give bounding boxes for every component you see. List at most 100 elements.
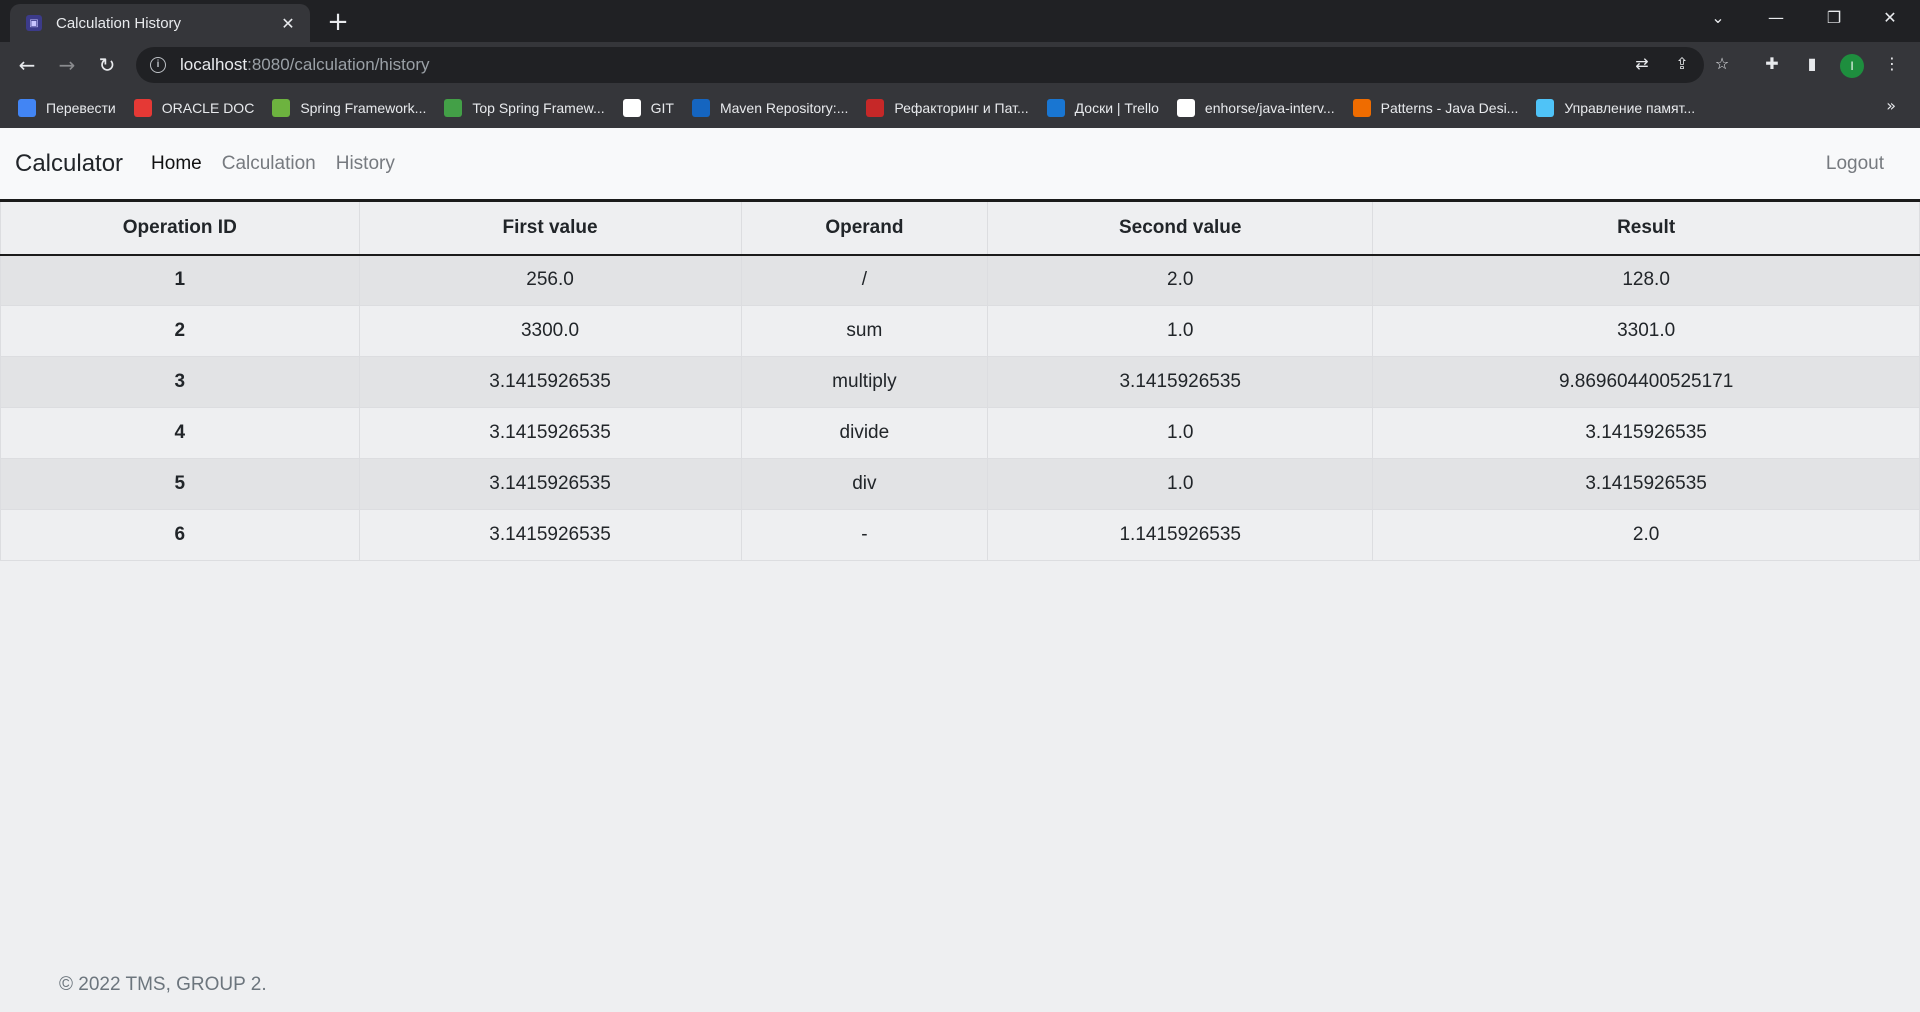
bookmark-label: Перевести bbox=[46, 100, 116, 116]
bookmark-label: Рефакторинг и Пат... bbox=[894, 100, 1029, 116]
reload-icon[interactable]: ↻ bbox=[93, 51, 121, 79]
bookmark-favicon-icon bbox=[691, 99, 710, 117]
back-icon[interactable]: ← bbox=[13, 51, 41, 79]
table-cell: 3.1415926535 bbox=[1372, 458, 1920, 510]
bookmark-item[interactable]: Spring Framework... bbox=[272, 99, 426, 117]
table-cell: / bbox=[740, 254, 989, 306]
nav-link-calculation[interactable]: Calculation bbox=[222, 153, 316, 175]
side-panel-icon[interactable]: ▮ bbox=[1800, 52, 1824, 76]
table-cell: div bbox=[740, 458, 989, 510]
history-table-container: Operation ID First value Operand Second val… bbox=[0, 199, 1920, 561]
url-path: :8080/calculation/history bbox=[247, 55, 430, 74]
table-cell: 1.0 bbox=[987, 305, 1374, 357]
bookmark-label: Управление памят... bbox=[1564, 100, 1696, 116]
column-header: Operand bbox=[740, 199, 989, 256]
table-cell: 3.1415926535 bbox=[358, 458, 742, 510]
table-header-row: Operation ID First value Operand Second val… bbox=[0, 199, 1920, 256]
bookmark-label: Top Spring Framew... bbox=[472, 100, 605, 116]
logout-link[interactable]: Logout bbox=[1826, 153, 1884, 175]
tab-strip: ▣ Calculation History ✕ + ⌄ — ❐ ✕ bbox=[0, 0, 1920, 42]
column-header: Second value bbox=[987, 199, 1374, 256]
translate-icon[interactable]: ⇄ bbox=[1630, 52, 1654, 76]
footer-copyright: © 2022 TMS, GROUP 2. bbox=[59, 974, 267, 995]
extensions-icon[interactable]: ✚ bbox=[1760, 52, 1784, 76]
address-bar[interactable]: i localhost:8080/calculation/history bbox=[136, 47, 1704, 83]
bookmark-item[interactable]: GIT bbox=[622, 99, 674, 117]
table-cell: - bbox=[740, 509, 989, 561]
brand-logo[interactable]: Calculator bbox=[15, 150, 123, 178]
table-row: 4 3.1415926535 divide 1.0 3.1415926535 bbox=[0, 407, 1920, 459]
table-cell: 5 bbox=[0, 458, 360, 510]
table-cell: 3301.0 bbox=[1372, 305, 1920, 357]
table-body: 1 256.0/2.0 128.0 2 3300.0 sum 1.0 3301.0 3 3.141… bbox=[0, 254, 1920, 561]
table-cell: 6 bbox=[0, 509, 360, 561]
bookmark-label: enhorse/java-interv... bbox=[1204, 100, 1335, 116]
table-cell: 9.869604400525171 bbox=[1372, 356, 1920, 408]
column-header: Operation ID bbox=[0, 199, 360, 256]
bookmark-item[interactable]: Рефакторинг и Пат... bbox=[866, 99, 1029, 117]
table-cell: 2 bbox=[0, 305, 360, 357]
bookmark-favicon-icon bbox=[272, 99, 291, 117]
table-row: 6 3.1415926535-1.1415926535 2.0 bbox=[0, 509, 1920, 561]
column-header: Result bbox=[1372, 199, 1920, 256]
table-cell: 1.0 bbox=[987, 407, 1374, 459]
table-cell: 1.0 bbox=[987, 458, 1374, 510]
bookmark-favicon-icon bbox=[1176, 99, 1195, 117]
bookmark-item[interactable]: Maven Repository:... bbox=[691, 99, 849, 117]
close-window-button[interactable]: ✕ bbox=[1862, 0, 1918, 38]
forward-icon[interactable]: → bbox=[53, 51, 81, 79]
nav-link-home[interactable]: Home bbox=[151, 153, 202, 175]
profile-avatar[interactable]: I bbox=[1840, 54, 1864, 78]
table-cell: multiply bbox=[740, 356, 989, 408]
browser-tab[interactable]: ▣ Calculation History ✕ bbox=[10, 4, 310, 42]
more-bookmarks-icon[interactable]: » bbox=[1886, 96, 1896, 115]
table-cell: divide bbox=[740, 407, 989, 459]
table-cell: 2.0 bbox=[1372, 509, 1920, 561]
minimize-button[interactable]: — bbox=[1748, 0, 1804, 38]
bookmark-label: Maven Repository:... bbox=[719, 100, 849, 116]
bookmark-item[interactable]: Перевести bbox=[18, 99, 116, 117]
bookmark-favicon-icon bbox=[1046, 99, 1065, 117]
site-info-icon[interactable]: i bbox=[150, 57, 166, 73]
column-header: First value bbox=[358, 199, 742, 256]
bookmark-item[interactable]: Top Spring Framew... bbox=[444, 99, 605, 117]
bookmark-favicon-icon bbox=[133, 99, 152, 117]
table-cell: 3.1415926535 bbox=[358, 356, 742, 408]
table-row: 2 3300.0 sum 1.0 3301.0 bbox=[0, 305, 1920, 357]
bookmark-label: Spring Framework... bbox=[300, 100, 427, 116]
nav-link-history[interactable]: History bbox=[336, 153, 395, 175]
table-row: 3 3.1415926535 multiply 3.1415926535 9.86960… bbox=[0, 356, 1920, 408]
bookmark-favicon-icon bbox=[866, 99, 885, 117]
bookmark-item[interactable]: Доски | Trello bbox=[1046, 99, 1159, 117]
table-cell: 3 bbox=[0, 356, 360, 408]
tab-close-icon[interactable]: ✕ bbox=[278, 14, 298, 33]
share-icon[interactable]: ⇪ bbox=[1670, 52, 1694, 76]
tab-title: Calculation History bbox=[56, 14, 182, 32]
table-cell: 3.1415926535 bbox=[1372, 407, 1920, 459]
table-cell: 1.1415926535 bbox=[987, 509, 1374, 561]
history-table: Operation ID First value Operand Second val… bbox=[0, 199, 1920, 561]
menu-icon[interactable]: ⋮ bbox=[1880, 52, 1904, 76]
table-cell: 3.1415926535 bbox=[987, 356, 1374, 408]
bookmark-item[interactable]: Управление памят... bbox=[1536, 99, 1695, 117]
bookmark-item[interactable]: Patterns - Java Desi... bbox=[1352, 99, 1519, 117]
app-navbar: Calculator Home Calculation History Logo… bbox=[0, 128, 1920, 199]
bookmark-favicon-icon bbox=[622, 99, 641, 117]
table-cell: 1 bbox=[0, 254, 360, 306]
bookmark-label: Patterns - Java Desi... bbox=[1380, 100, 1519, 116]
table-cell: 2.0 bbox=[987, 254, 1374, 306]
table-cell: 3300.0 bbox=[358, 305, 742, 357]
bookmark-item[interactable]: enhorse/java-interv... bbox=[1176, 99, 1335, 117]
bookmark-favicon-icon bbox=[444, 99, 463, 117]
new-tab-button[interactable]: + bbox=[322, 6, 354, 38]
tab-favicon-icon: ▣ bbox=[26, 15, 42, 31]
bookmark-label: ORACLE DOC bbox=[161, 100, 255, 116]
table-cell: 3.1415926535 bbox=[358, 509, 742, 561]
bookmark-label: GIT bbox=[650, 100, 674, 116]
bookmark-star-icon[interactable]: ☆ bbox=[1710, 52, 1734, 76]
tab-search-icon[interactable]: ⌄ bbox=[1690, 0, 1746, 38]
bookmark-item[interactable]: ORACLE DOC bbox=[133, 99, 255, 117]
table-cell: 4 bbox=[0, 407, 360, 459]
table-cell: sum bbox=[740, 305, 989, 357]
restore-button[interactable]: ❐ bbox=[1806, 0, 1862, 38]
